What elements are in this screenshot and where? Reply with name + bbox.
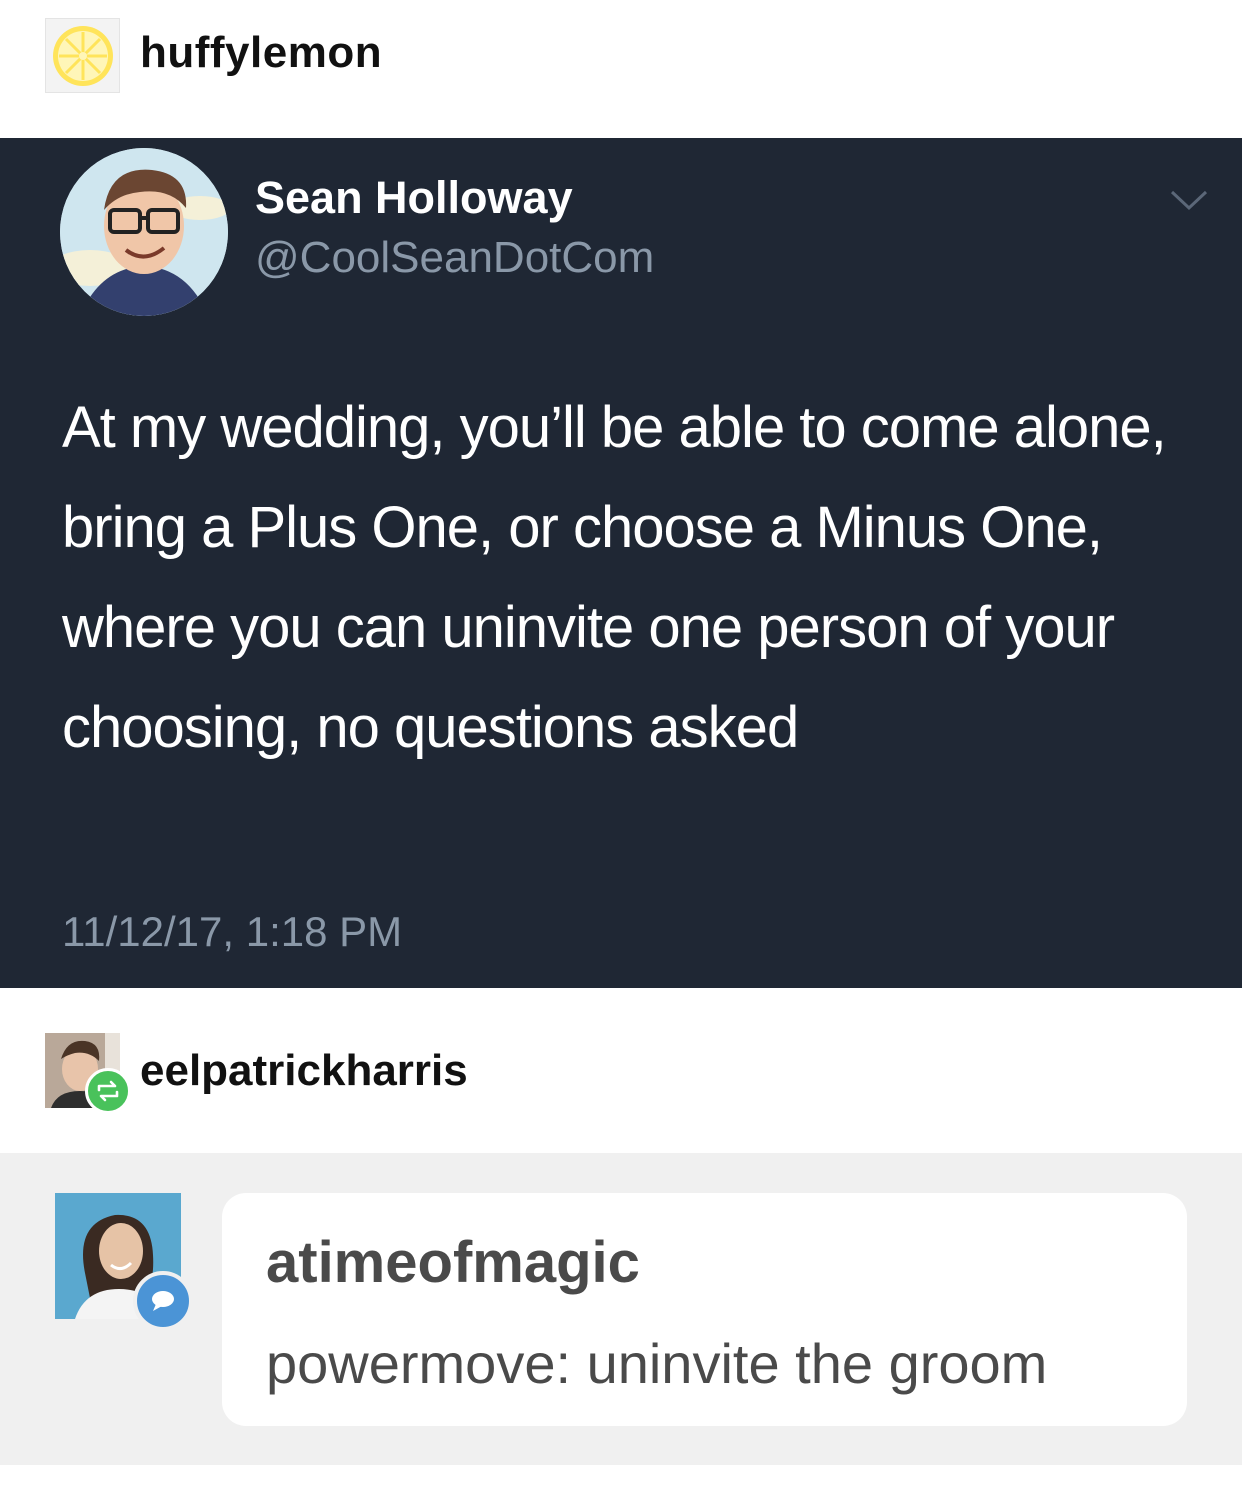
tweet-author-avatar[interactable]: [60, 148, 228, 316]
reblogger-username[interactable]: eelpatrickharris: [140, 1046, 468, 1096]
reply-section: atimeofmagic powermove: uninvite the gro…: [0, 1153, 1242, 1465]
tweet-body-text: At my wedding, you’ll be able to come al…: [62, 395, 1167, 760]
original-poster-header: huffylemon: [0, 0, 1242, 138]
op-username[interactable]: huffylemon: [140, 28, 382, 78]
footer-spacer: [0, 1465, 1242, 1495]
tweet-timestamp: 11/12/17, 1:18 PM: [62, 908, 403, 955]
op-avatar[interactable]: [45, 18, 120, 93]
reblog-icon: [85, 1068, 131, 1114]
cartoon-portrait-icon: [60, 148, 228, 316]
tweet-author-handle[interactable]: @CoolSeanDotCom: [255, 233, 654, 283]
tweet-author-name[interactable]: Sean Holloway: [255, 172, 573, 224]
speech-bubble-icon: [133, 1271, 193, 1331]
reply-text: powermove: uninvite the groom: [266, 1332, 1048, 1395]
reply-bubble: atimeofmagic powermove: uninvite the gro…: [222, 1193, 1187, 1426]
reply-username[interactable]: atimeofmagic: [266, 1229, 640, 1296]
chevron-down-icon[interactable]: [1168, 186, 1210, 216]
reblogger-header: eelpatrickharris: [0, 988, 1242, 1153]
lemon-slice-icon: [52, 25, 113, 86]
tweet-card: Sean Holloway @CoolSeanDotCom At my wedd…: [0, 138, 1242, 988]
